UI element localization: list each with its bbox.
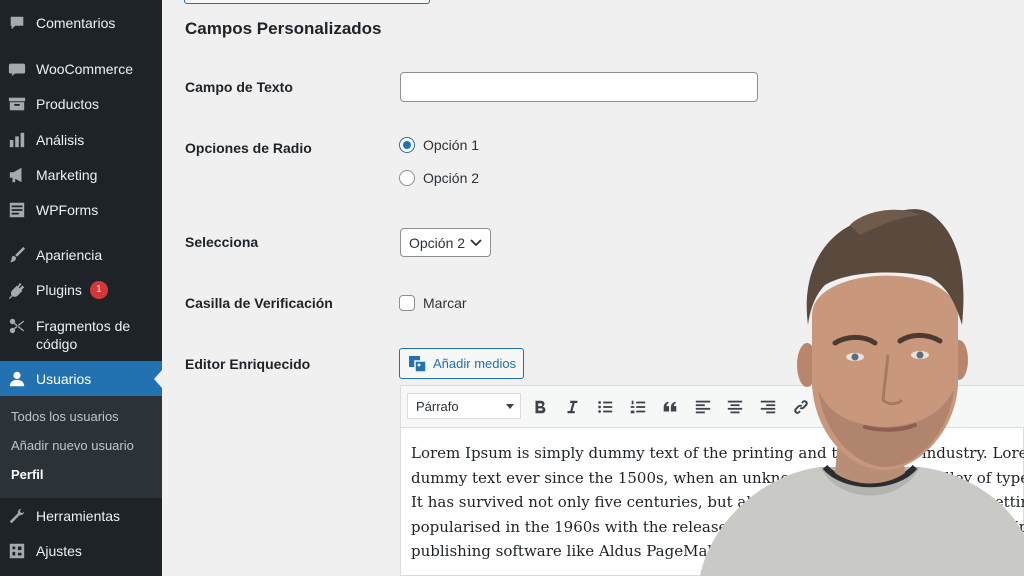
submenu-all-users[interactable]: Todos los usuarios (11, 409, 119, 424)
wrench-icon (7, 507, 27, 525)
radio-option-2[interactable]: Opción 2 (399, 170, 479, 186)
sidebar-item-label: Ajustes (36, 543, 82, 559)
update-count-badge: 1 (89, 281, 108, 299)
sidebar-item-label: Fragmentos de (36, 318, 131, 334)
option-select[interactable]: Opción 2 (400, 228, 491, 257)
sidebar-item-analisis[interactable]: Análisis (0, 131, 162, 149)
checkbox-row[interactable]: Marcar (399, 295, 467, 311)
sidebar-item-label: WooCommerce (36, 61, 133, 77)
sidebar-item-marketing[interactable]: Marketing (0, 166, 162, 184)
text-field[interactable] (400, 72, 758, 102)
editor-label: Editor Enriquecido (185, 356, 311, 372)
numbered-list-button[interactable] (626, 395, 650, 419)
top-partial-button[interactable] (184, 0, 430, 4)
format-select-value: Párrafo (416, 398, 459, 414)
sidebar-item-herramientas[interactable]: Herramientas (0, 507, 162, 525)
admin-sidebar: Comentarios WooCommerce Productos Anális… (0, 0, 162, 576)
presenter-photo (700, 209, 1024, 576)
sidebar-item-label: Productos (36, 96, 100, 112)
sidebar-item-usuarios[interactable]: Usuarios (0, 370, 162, 388)
add-media-icon (409, 355, 427, 373)
radio-button[interactable] (399, 170, 415, 186)
scissors-icon (7, 317, 27, 335)
user-icon (7, 370, 27, 388)
megaphone-icon (7, 166, 27, 184)
users-submenu: Todos los usuarios Añadir nuevo usuario … (0, 396, 162, 498)
sidebar-item-woocommerce[interactable]: WooCommerce (0, 60, 162, 78)
sidebar-item-fragmentos[interactable]: Fragmentos de código (0, 317, 162, 353)
sidebar-item-label: Herramientas (36, 508, 121, 524)
woo-icon (7, 60, 27, 78)
sidebar-item-label: Comentarios (36, 15, 116, 31)
text-field-label: Campo de Texto (185, 79, 293, 95)
sidebar-item-label: Marketing (36, 167, 98, 183)
chevron-down-icon (470, 239, 482, 247)
comment-icon (7, 14, 27, 32)
radio-option-1[interactable]: Opción 1 (399, 137, 479, 153)
section-heading: Campos Personalizados (185, 19, 382, 38)
sidebar-item-productos[interactable]: Productos (0, 95, 162, 113)
sidebar-item-wpforms[interactable]: WPForms (0, 201, 162, 219)
sidebar-item-apariencia[interactable]: Apariencia (0, 246, 162, 264)
sidebar-item-label: Plugins (36, 282, 82, 298)
italic-button[interactable] (560, 395, 584, 419)
add-media-label: Añadir medios (433, 356, 517, 371)
quote-icon (663, 401, 677, 412)
plugin-icon (7, 281, 27, 299)
chart-bar-icon (7, 131, 27, 149)
italic-icon (567, 400, 578, 414)
sidebar-item-label-line2: código (36, 336, 78, 352)
sidebar-item-comentarios[interactable]: Comentarios (0, 14, 162, 32)
radio-group-label: Opciones de Radio (185, 140, 312, 156)
checkbox[interactable] (399, 295, 415, 311)
submenu-add-user[interactable]: Añadir nuevo usuario (11, 438, 134, 453)
sidebar-item-label: Apariencia (36, 247, 103, 263)
settings-icon (7, 542, 27, 560)
add-media-button[interactable]: Añadir medios (399, 348, 524, 379)
checkbox-label: Casilla de Verificación (185, 295, 333, 311)
select-value: Opción 2 (409, 234, 466, 251)
sidebar-item-label: WPForms (36, 202, 99, 218)
sidebar-item-label: Análisis (36, 132, 85, 148)
checkbox-text: Marcar (423, 295, 467, 311)
sidebar-item-ajustes[interactable]: Ajustes (0, 542, 162, 560)
sidebar-item-plugins[interactable]: Plugins 1 (0, 281, 162, 299)
format-select[interactable]: Párrafo (407, 393, 521, 419)
submenu-profile[interactable]: Perfil (11, 467, 44, 482)
select-label: Selecciona (185, 234, 259, 250)
caret-down-icon (506, 404, 514, 409)
brush-icon (7, 246, 27, 264)
radio-option-label: Opción 1 (423, 137, 480, 153)
numbered-list-icon (630, 400, 646, 414)
bold-icon (535, 400, 546, 414)
form-icon (7, 201, 27, 219)
radio-option-label: Opción 2 (423, 170, 480, 186)
radio-button-checked[interactable] (399, 137, 415, 153)
archive-icon (7, 95, 27, 113)
sidebar-item-label: Usuarios (36, 371, 92, 387)
bullet-list-icon (598, 401, 613, 413)
bold-button[interactable] (528, 395, 552, 419)
quote-button[interactable] (658, 395, 682, 419)
bullet-list-button[interactable] (593, 395, 617, 419)
